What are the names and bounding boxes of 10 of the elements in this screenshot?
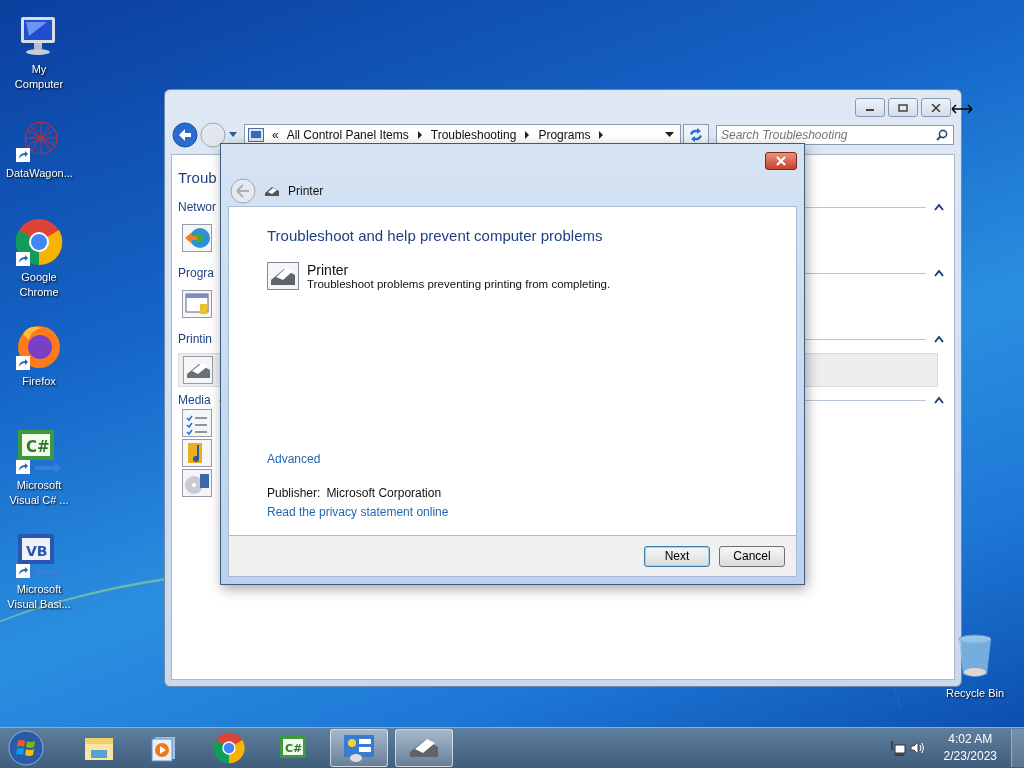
section-heading: Networ <box>178 200 216 214</box>
section-heading: Printin <box>178 332 212 346</box>
dialog-title: Printer <box>288 184 324 198</box>
dialog-heading: Troubleshoot and help prevent computer problems <box>267 227 604 244</box>
page-title: Troub <box>178 168 217 188</box>
publisher-label: Publisher: <box>267 486 321 500</box>
section-heading: Media <box>178 393 211 407</box>
troubleshooter-description: Troubleshoot problems preventing printing from completing. <box>307 278 611 290</box>
section-heading: Progra <box>178 266 215 280</box>
publisher-name: Microsoft Corporation <box>326 486 442 500</box>
